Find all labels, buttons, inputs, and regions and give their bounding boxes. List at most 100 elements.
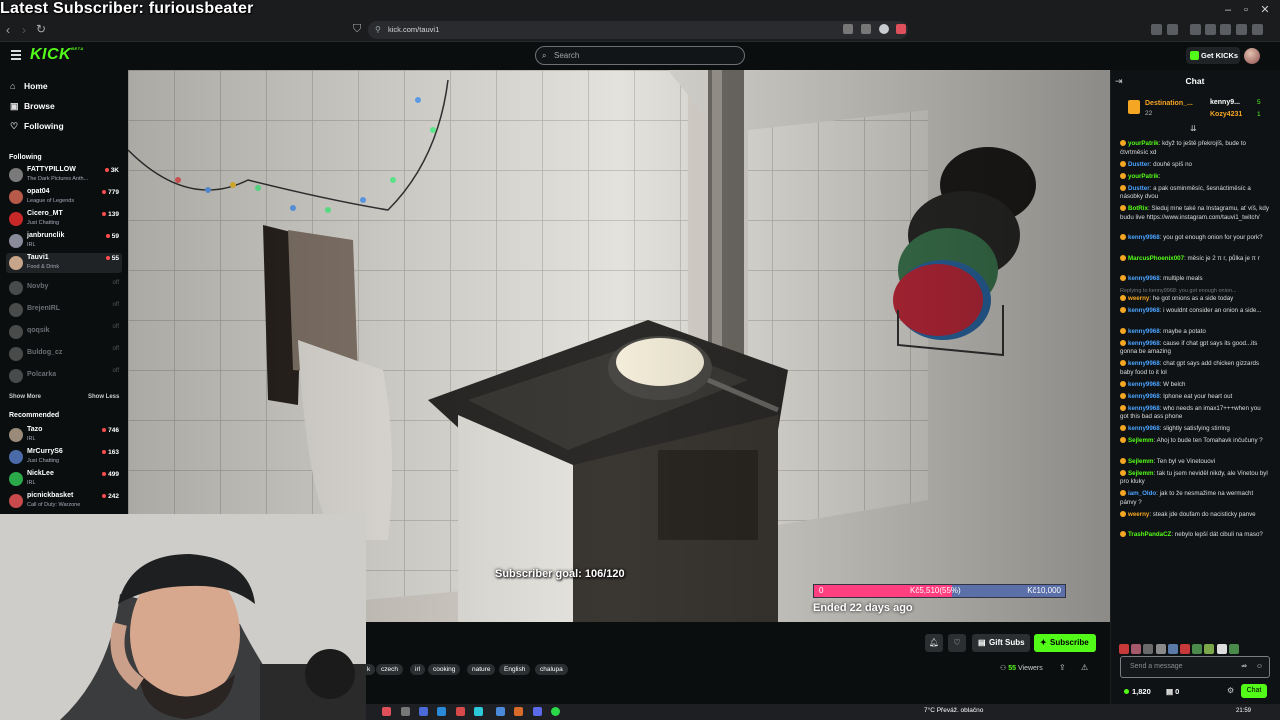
minimize-icon[interactable]: – [1220,4,1236,16]
chat-message[interactable]: kenny9968: Iphone eat your heart out [1120,392,1270,402]
taskbar-clock[interactable]: 21:59 [1236,708,1251,714]
stream-tag[interactable]: irl [410,664,426,675]
recommended-channel[interactable]: NickLee IRL 499 [6,469,122,489]
chat-message[interactable]: kenny9968: W belch [1120,380,1270,390]
reload-icon[interactable]: ↻ [36,23,48,35]
following-channel-offline[interactable]: BrejenIRL off [6,300,122,320]
following-channel-offline[interactable]: Buldog_cz off [6,344,122,364]
following-channel[interactable]: FATTYPILLOW The Dark Pictures Anth... 3K [6,165,122,185]
forward-icon[interactable]: › [22,24,34,36]
chat-username[interactable]: Sejlemm [1128,470,1153,477]
chat-message[interactable]: yourPatrik: když to ještě překrojíš, bud… [1120,140,1270,157]
following-channel-offline[interactable]: Novby off [6,278,122,298]
taskbar-app-icon[interactable] [456,707,465,716]
brave-taskbar-icon[interactable] [382,707,391,716]
recommended-channel[interactable]: picnickbasket Call of Duty: Warzone 242 [6,491,122,511]
chat-message[interactable]: kenny9968: chat gpt says add chicken giz… [1120,360,1270,377]
close-icon[interactable]: ✕ [1257,4,1273,16]
sidebar-item-browse[interactable]: ▣ Browse [10,99,55,113]
chat-message[interactable]: weerny: steak jde doufam do nacisticky p… [1120,510,1270,520]
taskbar-app-icon[interactable] [474,707,483,716]
following-channel[interactable]: janbrunclik IRL 59 [6,231,122,251]
chat-username[interactable]: kenny9968 [1128,405,1160,412]
taskbar-weather[interactable]: 7°C Převáž. oblačno [924,707,983,714]
user-avatar[interactable] [1244,48,1260,64]
follow-heart-button[interactable]: ♡ [948,634,966,652]
chat-username[interactable]: kenny9968 [1128,381,1160,388]
back-icon[interactable]: ‹ [6,24,18,36]
search-input[interactable]: ⌕ Search [535,46,745,65]
chat-message[interactable]: kenny9968: you got enough onion for your… [1120,234,1270,243]
following-channel[interactable]: Tauvi1 Food & Drink 55 [6,253,122,273]
sidebar-item-following[interactable]: ♡ Following [10,119,64,133]
share-icon[interactable]: ⇪ [1059,663,1066,672]
share-icon[interactable] [861,24,871,34]
chat-username[interactable]: kenny9968 [1128,328,1160,335]
spotify-taskbar-icon[interactable] [551,707,560,716]
chat-username[interactable]: Sejlemm [1128,458,1153,465]
taskbar-app-icon[interactable] [437,707,446,716]
chat-username[interactable]: weerny [1128,511,1149,518]
taskbar-app-icon[interactable] [419,707,428,716]
chat-username[interactable]: iam_Oldo [1128,490,1156,497]
chat-message[interactable]: Dustter: a pak osminměsíc, šesnáctiměsíc… [1120,184,1270,202]
extension-icon[interactable] [1167,24,1178,35]
taskbar-app-icon[interactable] [514,707,523,716]
chat-message[interactable]: weerny: he got onions as a side today [1120,295,1270,304]
chat-settings-icon[interactable]: ⚙ [1227,686,1234,695]
chat-username[interactable]: kenny9968 [1128,425,1160,432]
following-channel-offline[interactable]: qoqsik off [6,322,122,342]
chat-message[interactable]: Sejlemm: tak tu jsem neviděl nikdy, ale … [1120,469,1270,487]
chat-message[interactable]: kenny9968: maybe a potato [1120,327,1270,337]
chat-message[interactable]: TrashPandaCZ: nebylo lepší dát cibuli na… [1120,531,1270,540]
subscribe-button[interactable]: ✦ Subscribe [1034,634,1096,652]
site-info-icon[interactable]: ⚲ [375,21,381,39]
following-channel[interactable]: Cicero_MT Just Chatting 139 [6,209,122,229]
chat-message[interactable]: kenny9968: slightly satisfying stirring [1120,425,1270,434]
kick-logo[interactable]: KICKBETA [30,46,84,64]
recommended-channel[interactable]: MrCurryS6 Just Chatting 163 [6,447,122,467]
recommended-channel[interactable]: Tazo IRL 746 [6,425,122,445]
menu-icon[interactable] [1252,24,1263,35]
chat-username[interactable]: Dustter [1128,161,1150,168]
chat-username[interactable]: kenny9968 [1128,393,1160,400]
kicks-balance[interactable]: 1,820 [1124,687,1151,696]
stream-tag[interactable]: cooking [428,664,461,675]
chat-message[interactable]: MarcusPhoenix007: měsíc je 2 π r, půlka … [1120,254,1270,264]
sidebar-item-home[interactable]: ⌂ Home [10,79,48,93]
chat-username[interactable]: kenny9968 [1128,275,1160,282]
taskbar-app-icon[interactable] [496,707,505,716]
chat-message-input[interactable]: Send a message ⇏ ☺ [1120,656,1270,678]
chat-username[interactable]: kenny9968 [1128,234,1160,241]
stream-tag[interactable]: chalupa [535,664,568,675]
chat-filter-icon[interactable]: ⇊ [1190,124,1197,133]
chat-message[interactable]: yourPatrik: [1120,172,1270,182]
chat-message[interactable]: kenny9968: cause if chat gpt says its go… [1120,339,1270,357]
following-channel[interactable]: opat04 League of Legends 779 [6,187,122,207]
chat-username[interactable]: TrashPandaCZ [1128,531,1171,538]
discord-taskbar-icon[interactable] [533,707,542,716]
chat-message[interactable]: kenny9968: i wouldnt consider an onion a… [1120,307,1270,316]
chat-username[interactable]: BotRix [1128,205,1148,212]
gift-subs-button[interactable]: ▤ Gift Subs [972,634,1030,652]
chat-username[interactable]: kenny9968 [1128,307,1160,314]
extension-icon[interactable] [1190,24,1201,35]
hamburger-menu-icon[interactable] [11,50,21,60]
extension-icon[interactable] [1151,24,1162,35]
brave-shield-icon[interactable] [879,24,889,34]
chat-username[interactable]: kenny9968 [1128,340,1160,347]
chat-username[interactable]: MarcusPhoenix007 [1128,255,1184,262]
sidebar-toggle-icon[interactable] [1205,24,1216,35]
chat-username[interactable]: yourPatrik [1128,173,1159,180]
taskbar-app-icon[interactable] [401,707,410,716]
chat-message[interactable]: kenny9968: who needs an imax17+++when yo… [1120,404,1270,422]
stream-tag[interactable]: nature [467,664,496,675]
brave-rewards-icon[interactable] [896,24,906,34]
chat-message[interactable]: Dustter: douhé spíš no [1120,160,1270,170]
chat-message[interactable]: Sejlemm: Ahoj to bude ten Tomahavk inčuč… [1120,437,1270,446]
chat-message[interactable]: Sejlemm: Ten byl ve Vinetouovi [1120,457,1270,467]
show-less-link[interactable]: Show Less [88,394,119,400]
stream-tag[interactable]: czech [376,664,403,675]
chat-username[interactable]: Dustter [1128,185,1150,192]
emote-bar[interactable] [1119,641,1271,654]
